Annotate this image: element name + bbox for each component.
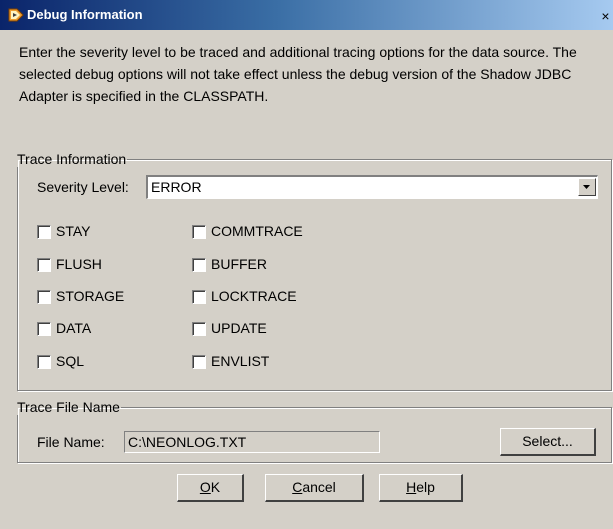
checkbox-label: LOCKTRACE (211, 288, 297, 304)
checkbox-box[interactable] (37, 355, 51, 369)
shadow-app-icon (8, 8, 24, 22)
severity-level-select[interactable]: ERROR (146, 175, 598, 199)
severity-level-value: ERROR (151, 179, 202, 195)
help-label: elp (416, 479, 435, 495)
checkbox-box[interactable] (37, 322, 51, 336)
file-name-field: C:\NEONLOG.TXT (124, 431, 380, 453)
close-icon[interactable]: × (598, 9, 613, 23)
checkbox-label: STAY (56, 223, 91, 239)
checkbox-box[interactable] (192, 258, 206, 272)
file-name-label: File Name: (37, 434, 105, 450)
ok-mnemonic: O (199, 479, 211, 495)
severity-dropdown-button[interactable] (578, 178, 596, 196)
cancel-mnemonic: C (292, 479, 303, 495)
checkbox-label: STORAGE (56, 288, 125, 304)
cancel-button[interactable]: Cancel (265, 474, 364, 502)
title-bar[interactable]: Debug Information × (0, 0, 613, 30)
checkbox-label: UPDATE (211, 320, 267, 336)
cancel-label: ancel (302, 479, 336, 495)
severity-level-label: Severity Level: (37, 179, 129, 195)
checkbox-box[interactable] (37, 225, 51, 239)
checkbox-label: ENVLIST (211, 353, 270, 369)
checkbox-label: COMMTRACE (211, 223, 303, 239)
checkbox-box[interactable] (192, 225, 206, 239)
window-title: Debug Information (27, 7, 143, 22)
ok-label: K (210, 479, 221, 495)
debug-information-dialog: Debug Information × Enter the severity l… (0, 0, 613, 529)
checkbox-label: DATA (56, 320, 92, 336)
help-mnemonic: H (406, 479, 417, 495)
checkbox-box[interactable] (37, 290, 51, 304)
description-text: Enter the severity level to be traced an… (19, 44, 577, 104)
trace-file-legend: Trace File Name (17, 399, 120, 415)
select-file-button[interactable]: Select... (500, 428, 596, 456)
file-name-value: C:\NEONLOG.TXT (128, 434, 247, 450)
checkbox-box[interactable] (37, 258, 51, 272)
checkbox-box[interactable] (192, 355, 206, 369)
checkbox-label: FLUSH (56, 256, 102, 272)
checkbox-label: BUFFER (211, 256, 267, 272)
help-button[interactable]: Help (379, 474, 463, 502)
checkbox-label: SQL (56, 353, 85, 369)
trace-information-legend: Trace Information (17, 151, 127, 167)
ok-button[interactable]: OK (177, 474, 244, 502)
checkbox-box[interactable] (192, 290, 206, 304)
checkbox-box[interactable] (192, 322, 206, 336)
chevron-down-icon (583, 185, 590, 189)
